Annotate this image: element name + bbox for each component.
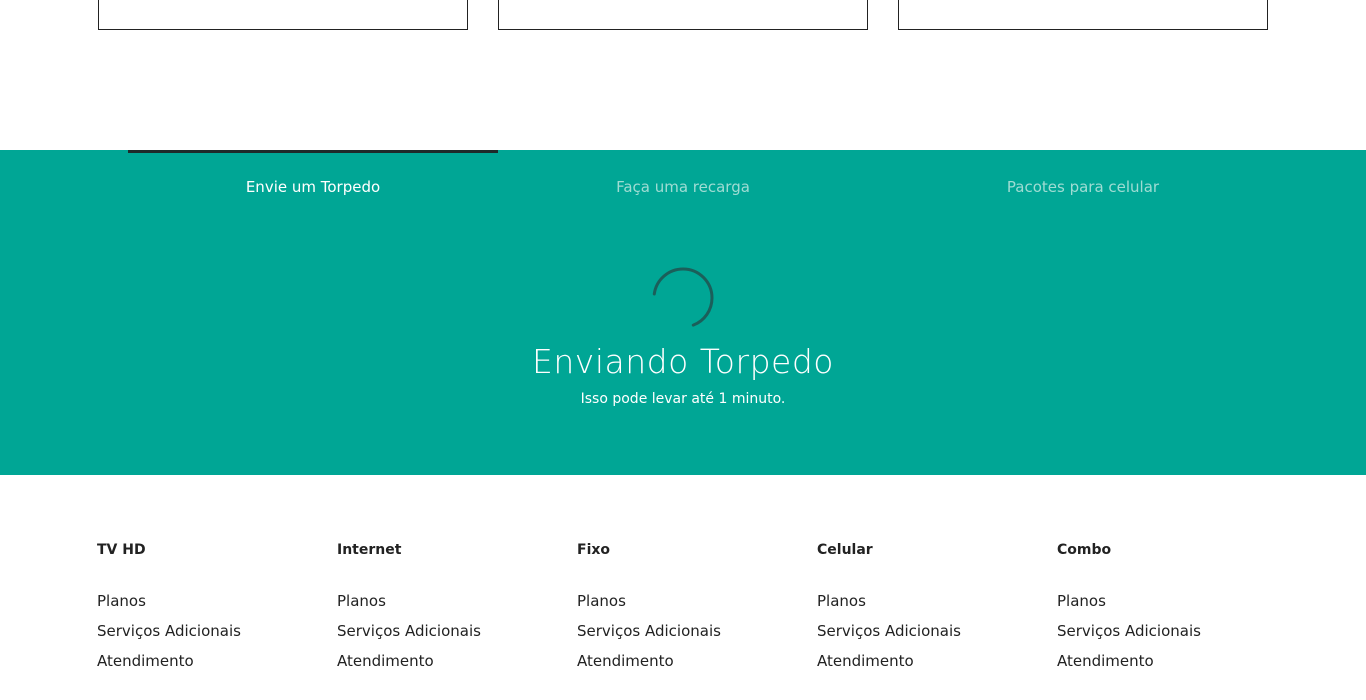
footer-link-atendimento[interactable]: Atendimento [337,652,567,670]
footer-column-celular: Celular Planos Serviços Adicionais Atend… [817,542,1047,682]
footer-link-servicos-adicionais[interactable]: Serviços Adicionais [337,622,567,640]
top-cards-section [0,0,1366,150]
page: Envie um Torpedo Faça uma recarga Pacote… [0,0,1366,700]
top-card-2 [498,0,868,30]
top-card-3 [898,0,1268,30]
sms-panel: Envie um Torpedo Faça uma recarga Pacote… [0,150,1366,475]
tab-pacotes-para-celular[interactable]: Pacotes para celular [898,150,1268,210]
footer-link-servicos-adicionais[interactable]: Serviços Adicionais [577,622,807,640]
footer-column-title: Fixo [577,542,611,558]
footer-link-atendimento[interactable]: Atendimento [817,652,1047,670]
tab-envie-um-torpedo[interactable]: Envie um Torpedo [128,150,498,210]
sending-title: Enviando Torpedo [532,342,834,381]
top-card-1 [98,0,468,30]
footer-column-title: Internet [337,542,402,558]
footer-link-servicos-adicionais[interactable]: Serviços Adicionais [97,622,327,640]
footer-column-title: Celular [817,542,873,558]
footer-column-title: Combo [1057,542,1112,558]
footer-link-planos[interactable]: Planos [337,592,567,610]
panel-tabs: Envie um Torpedo Faça uma recarga Pacote… [0,150,1366,210]
footer-link-planos[interactable]: Planos [97,592,327,610]
footer-link-servicos-adicionais[interactable]: Serviços Adicionais [817,622,1047,640]
footer-link-atendimento[interactable]: Atendimento [97,652,327,670]
footer: TV HD Planos Serviços Adicionais Atendim… [0,475,1366,700]
footer-column-tv-hd: TV HD Planos Serviços Adicionais Atendim… [97,542,327,682]
footer-link-planos[interactable]: Planos [817,592,1047,610]
tab-faca-uma-recarga[interactable]: Faça uma recarga [498,150,868,210]
loading-spinner-icon [652,267,714,329]
footer-link-planos[interactable]: Planos [1057,592,1287,610]
footer-link-planos[interactable]: Planos [577,592,807,610]
footer-column-internet: Internet Planos Serviços Adicionais Aten… [337,542,567,682]
footer-column-fixo: Fixo Planos Serviços Adicionais Atendime… [577,542,807,682]
footer-link-atendimento[interactable]: Atendimento [1057,652,1287,670]
sending-subtitle: Isso pode levar até 1 minuto. [580,391,786,407]
footer-column-combo: Combo Planos Serviços Adicionais Atendim… [1057,542,1287,682]
footer-link-servicos-adicionais[interactable]: Serviços Adicionais [1057,622,1287,640]
footer-column-title: TV HD [97,542,146,558]
footer-link-atendimento[interactable]: Atendimento [577,652,807,670]
